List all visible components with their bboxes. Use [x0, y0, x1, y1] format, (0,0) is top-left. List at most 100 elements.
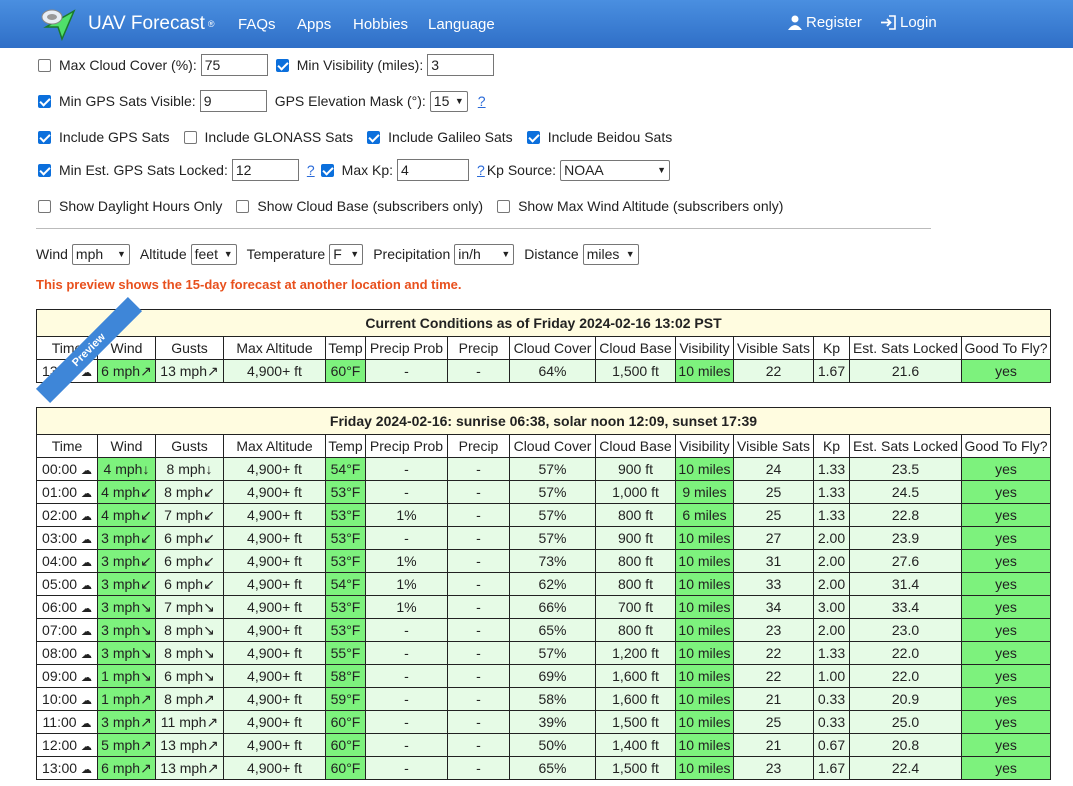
min-locked-checkbox[interactable]	[38, 163, 51, 177]
cell-visibility: 10 miles	[675, 526, 734, 550]
cell-precip: -	[447, 687, 510, 711]
nav-hobbies[interactable]: Hobbies	[353, 16, 408, 33]
max-wind-altitude-checkbox[interactable]	[497, 199, 511, 213]
cell-max-altitude: 4,900+ ft	[223, 595, 326, 619]
daily-forecast-table: Friday 2024-02-16: sunrise 06:38, solar …	[36, 407, 1051, 780]
preview-notice: This preview shows the 15-day forecast a…	[36, 277, 462, 292]
cell-temp: 53°F	[325, 549, 366, 573]
cell-kp: 2.00	[813, 549, 850, 573]
cell-est-sats-locked: 25.0	[849, 710, 962, 734]
nav-faqs[interactable]: FAQs	[238, 16, 276, 33]
daylight-checkbox[interactable]	[38, 199, 51, 213]
cell-precip: -	[447, 480, 510, 504]
max-kp-help-link[interactable]: ?	[477, 162, 485, 178]
include-glonass-checkbox[interactable]	[183, 130, 197, 144]
nav-language[interactable]: Language	[428, 16, 495, 33]
cell-est-sats-locked: 31.4	[849, 572, 962, 596]
cell-est-sats-locked: 22.4	[849, 756, 962, 780]
cell-visible-sats: 21	[733, 733, 814, 757]
wind-unit-select[interactable]: mph ▼	[71, 243, 130, 265]
max-kp-input[interactable]: 4	[397, 159, 470, 181]
temperature-unit-select[interactable]: F ▼	[329, 243, 364, 265]
distance-unit-select[interactable]: miles ▼	[582, 243, 639, 265]
min-gps-input[interactable]: 9	[199, 90, 267, 112]
table-row: 01:00 ☁ 4 mph↙ 8 mph↙ 4,900+ ft 53°F - -57% 1,0…	[36, 480, 1051, 504]
login-link[interactable]: Login	[880, 14, 937, 31]
weather-icon: ☁	[80, 718, 92, 730]
cell-visibility: 10 miles	[675, 664, 734, 688]
cell-visible-sats: 21	[733, 687, 814, 711]
weather-icon: ☁	[80, 511, 92, 523]
distance-unit-value: miles	[586, 246, 620, 262]
min-locked-input[interactable]: 12	[231, 159, 299, 181]
cell-good-to-fly: yes	[961, 595, 1051, 619]
nav-apps[interactable]: Apps	[297, 16, 331, 33]
cell-visibility: 10 miles	[675, 457, 734, 481]
gps-mask-help-link[interactable]: ?	[478, 93, 486, 109]
altitude-unit-select[interactable]: feet ▼	[190, 243, 237, 265]
cell-cloud-cover: 73%	[509, 549, 596, 573]
weather-icon: ☁	[80, 603, 92, 615]
cell-visible-sats: 25	[733, 480, 814, 504]
min-gps-label: Min GPS Sats Visible:	[59, 93, 196, 109]
register-link[interactable]: Register	[788, 14, 862, 31]
cell-cloud-cover: 65%	[509, 756, 596, 780]
cell-gusts: 8 mph↙	[155, 480, 224, 504]
precipitation-unit-value: in/h	[458, 246, 481, 262]
cell-max-altitude: 4,900+ ft	[223, 549, 326, 573]
cell-time: 10:00 ☁	[36, 687, 98, 711]
brand[interactable]: UAV Forecast ®	[40, 4, 215, 44]
weather-icon: ☁	[80, 580, 92, 592]
column-header-cloud-cover: Cloud Cover	[509, 434, 596, 458]
cloud-base-checkbox[interactable]	[236, 199, 250, 213]
cell-wind: 3 mph↘	[97, 641, 156, 665]
user-icon	[788, 15, 802, 30]
cell-cloud-base: 1,200 ft	[595, 641, 676, 665]
cell-temp: 53°F	[325, 595, 366, 619]
cell-kp: 2.00	[813, 618, 850, 642]
login-label: Login	[900, 14, 937, 31]
top-navbar: UAV Forecast ® FAQs Apps Hobbies Language…	[0, 0, 1073, 48]
table-row: 03:00 ☁ 3 mph↙ 6 mph↙ 4,900+ ft 53°F - -57% 900…	[36, 526, 1051, 550]
max-cloud-input[interactable]: 75	[200, 54, 268, 76]
weather-icon: ☁	[80, 695, 92, 707]
column-header-precip: Precip	[447, 434, 510, 458]
cell-cloud-cover: 57%	[509, 457, 596, 481]
cell-cloud-base: 1,500 ft	[595, 359, 676, 383]
min-visibility-input[interactable]: 3	[427, 54, 495, 76]
cell-est-sats-locked: 33.4	[849, 595, 962, 619]
cell-wind: 4 mph↙	[97, 480, 156, 504]
brand-registered-mark: ®	[207, 19, 215, 29]
min-locked-help-link[interactable]: ?	[307, 162, 315, 178]
cell-cloud-base: 800 ft	[595, 572, 676, 596]
min-visibility-checkbox[interactable]	[275, 58, 289, 72]
brand-name[interactable]: UAV Forecast	[88, 13, 205, 35]
cell-temp: 58°F	[325, 664, 366, 688]
cell-good-to-fly: yes	[961, 641, 1051, 665]
kp-source-select[interactable]: NOAA ▼	[560, 159, 671, 181]
cell-max-altitude: 4,900+ ft	[223, 572, 326, 596]
include-gps-checkbox[interactable]	[38, 130, 51, 144]
include-beidou-checkbox[interactable]	[526, 130, 540, 144]
gps-mask-select[interactable]: 15 ▼	[429, 90, 468, 112]
include-galileo-checkbox[interactable]	[367, 130, 381, 144]
chevron-down-icon: ▼	[116, 249, 126, 259]
max-kp-checkbox[interactable]	[320, 163, 334, 177]
weather-icon: ☁	[80, 557, 92, 569]
min-gps-checkbox[interactable]	[38, 94, 51, 108]
cell-cloud-cover: 57%	[509, 480, 596, 504]
cell-max-altitude: 4,900+ ft	[223, 618, 326, 642]
cell-est-sats-locked: 27.6	[849, 549, 962, 573]
max-cloud-checkbox[interactable]	[38, 58, 51, 72]
column-header-temp: Temp	[325, 336, 366, 360]
cell-wind: 6 mph↗	[97, 756, 156, 780]
cell-est-sats-locked: 22.0	[849, 664, 962, 688]
altitude-unit-value: feet	[194, 246, 218, 262]
cell-kp: 1.33	[813, 641, 850, 665]
weather-icon: ☁	[80, 534, 92, 546]
weather-icon: ☁	[80, 649, 92, 661]
cell-temp: 53°F	[325, 480, 366, 504]
cell-wind: 3 mph↗	[97, 710, 156, 734]
cell-temp: 60°F	[325, 359, 366, 383]
precipitation-unit-select[interactable]: in/h ▼	[454, 243, 515, 265]
